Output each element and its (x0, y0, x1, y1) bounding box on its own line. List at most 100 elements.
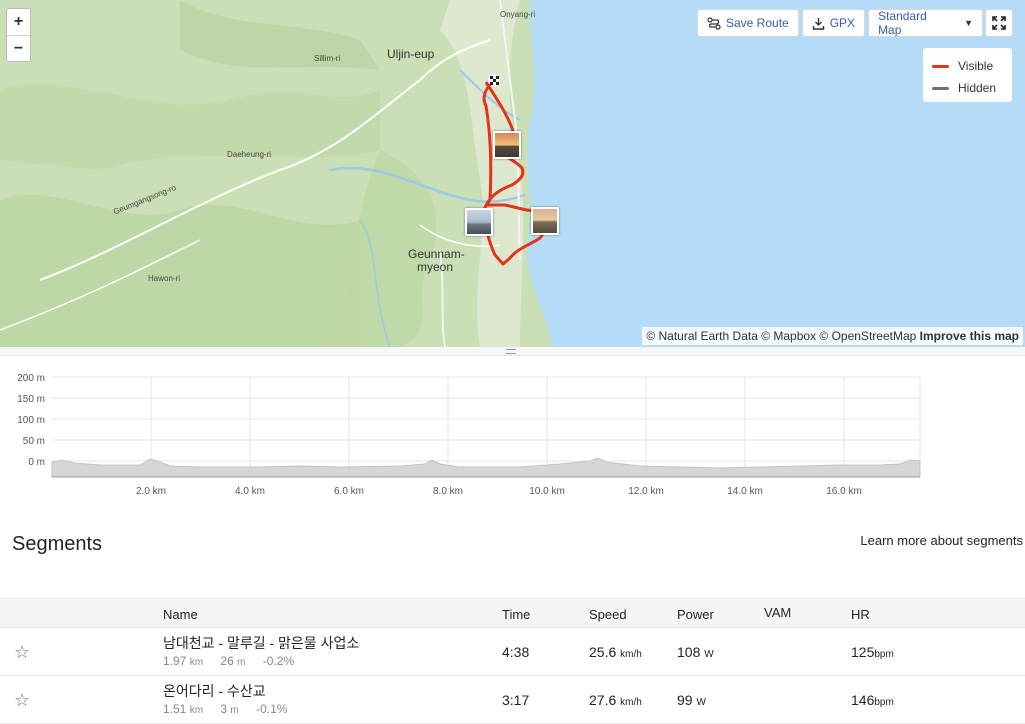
column-name[interactable]: Name (163, 607, 198, 622)
attribution-text[interactable]: © Natural Earth Data © Mapbox © OpenStre… (646, 329, 916, 343)
download-icon (812, 17, 824, 30)
segment-distance: 1.97 (163, 654, 187, 668)
segment-elevation: 3 (220, 702, 228, 716)
map-label-uljin: Uljin-eup (387, 47, 435, 61)
segment-time: 4:38 (502, 644, 530, 660)
x-tick: 8.0 km (433, 486, 463, 497)
y-tick: 150 m (17, 394, 45, 405)
power-value: 99 (677, 692, 693, 708)
segment-speed: 25.6 km/h (589, 644, 642, 660)
segment-distance: 1.51 (163, 702, 187, 716)
segment-power: 99 W (677, 692, 706, 708)
zoom-out-button[interactable]: − (7, 35, 30, 61)
segment-stats: 1.51 km 3 m -0.1% (163, 702, 287, 716)
segment-name[interactable]: 남대천교 - 말루길 - 맑은물 사업소 (163, 633, 359, 653)
x-tick: 12.0 km (628, 486, 664, 497)
column-vam[interactable]: VAM (764, 605, 791, 620)
power-unit: W (704, 649, 714, 660)
save-route-label: Save Route (726, 16, 789, 30)
map-label-hawon: Hawon-ri (148, 274, 181, 283)
segment-time: 3:17 (502, 692, 530, 708)
map-canvas[interactable] (0, 0, 1025, 347)
power-unit: W (696, 697, 706, 708)
gpx-label: GPX (829, 16, 856, 30)
segment-hr: 146bpm (851, 692, 894, 708)
y-tick: 0 m (28, 457, 45, 468)
table-row[interactable]: ☆ 남대천교 - 말루길 - 맑은물 사업소 1.97 km 26 m -0.2… (0, 628, 1025, 676)
map-label-onyang: Onyang-ri (500, 10, 536, 19)
segment-grade: -0.2% (262, 654, 295, 668)
segments-title: Segments (12, 533, 103, 555)
map-style-label: Standard Map (878, 9, 927, 37)
column-power[interactable]: Power (677, 607, 714, 622)
column-speed[interactable]: Speed (589, 607, 627, 622)
hidden-swatch (932, 86, 949, 90)
zoom-control: + − (6, 8, 31, 62)
x-tick: 4.0 km (235, 486, 265, 497)
learn-more-segments-link[interactable]: Learn more about segments (860, 533, 1023, 548)
elevation-unit: m (237, 657, 246, 668)
segment-speed: 27.6 km/h (589, 692, 642, 708)
column-hr[interactable]: HR (851, 607, 870, 622)
segment-name[interactable]: 온어다리 - 수산교 (163, 681, 266, 701)
speed-unit: km/h (620, 649, 642, 660)
x-tick: 2.0 km (136, 486, 166, 497)
map-attribution: © Natural Earth Data © Mapbox © OpenStre… (642, 327, 1023, 345)
map-toolbar: Save Route GPX Standard Map ▼ (697, 9, 984, 37)
zoom-in-button[interactable]: + (7, 9, 30, 35)
star-icon[interactable]: ☆ (14, 642, 30, 663)
star-icon[interactable]: ☆ (14, 690, 30, 711)
speed-value: 27.6 (589, 692, 617, 708)
segment-grade: -0.1% (256, 702, 288, 716)
hr-unit: bpm (874, 649, 894, 660)
photo-marker[interactable] (531, 207, 559, 235)
legend-hidden[interactable]: Hidden (932, 77, 1012, 99)
route-legend: Visible Hidden (923, 48, 1012, 102)
hr-value: 146 (851, 692, 875, 708)
map-label-daeheung: Daeheung-ri (227, 150, 272, 159)
elevation-chart[interactable]: 200 m 150 m 100 m 50 m 0 m 2.0 km 4.0 km… (0, 364, 1025, 499)
map-label-geunnam-2: myeon (417, 260, 454, 274)
y-tick: 50 m (23, 436, 45, 447)
distance-unit: km (189, 705, 204, 716)
route-map[interactable]: Onyang-ri Uljin-eup Sillim-ri Daeheung-r… (0, 0, 1025, 347)
gpx-button[interactable]: GPX (801, 9, 866, 37)
fullscreen-button[interactable] (985, 9, 1013, 37)
hr-unit: bpm (874, 697, 894, 708)
grip-icon (506, 349, 516, 354)
map-label-geunnam-1: Geunnam- (408, 247, 465, 261)
route-icon (707, 16, 721, 30)
segment-elevation: 26 (220, 654, 234, 668)
segment-hr: 125bpm (851, 644, 894, 660)
speed-unit: km/h (620, 697, 642, 708)
x-tick: 16.0 km (826, 486, 862, 497)
save-route-button[interactable]: Save Route (697, 9, 799, 37)
segments-table: Name Time Speed Power VAM HR ☆ 남대천교 - 말루… (0, 598, 1025, 724)
map-resize-handle[interactable] (0, 347, 1025, 356)
x-tick: 10.0 km (529, 486, 565, 497)
fullscreen-icon (992, 16, 1006, 30)
legend-visible-label: Visible (958, 59, 994, 73)
visible-swatch (932, 64, 949, 68)
column-time[interactable]: Time (502, 607, 530, 622)
segment-power: 108 W (677, 644, 714, 660)
caret-down-icon: ▼ (964, 18, 974, 28)
power-value: 108 (677, 644, 701, 660)
segments-table-header: Name Time Speed Power VAM HR (0, 598, 1025, 628)
table-row[interactable]: ☆ 온어다리 - 수산교 1.51 km 3 m -0.1% 3:17 27.6… (0, 676, 1025, 724)
elevation-unit: m (230, 705, 239, 716)
photo-marker[interactable] (493, 131, 521, 159)
y-tick: 200 m (17, 373, 45, 384)
map-style-select[interactable]: Standard Map ▼ (868, 9, 984, 37)
legend-visible[interactable]: Visible (932, 55, 1012, 77)
segment-stats: 1.97 km 26 m -0.2% (163, 654, 294, 668)
map-label-sillim: Sillim-ri (314, 54, 341, 63)
speed-value: 25.6 (589, 644, 617, 660)
x-tick: 6.0 km (334, 486, 364, 497)
improve-map-link[interactable]: Improve this map (920, 329, 1019, 343)
hr-value: 125 (851, 644, 875, 660)
photo-marker[interactable] (465, 208, 493, 236)
distance-unit: km (189, 657, 204, 668)
legend-hidden-label: Hidden (958, 81, 997, 95)
x-tick: 14.0 km (727, 486, 763, 497)
